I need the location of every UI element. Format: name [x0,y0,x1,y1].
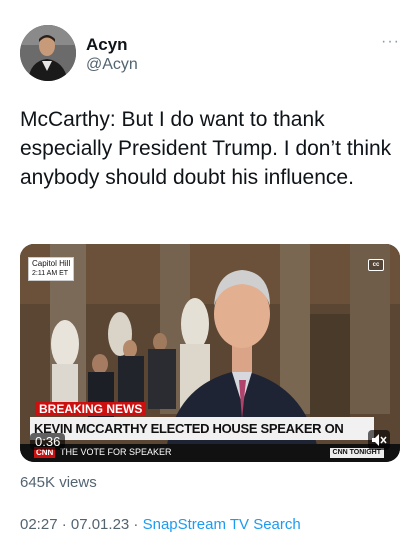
tweet-timestamp[interactable]: 02:27 · 07.01.23 · [20,516,143,533]
author-handle[interactable]: @Acyn [86,56,138,74]
tweet-text: McCarthy: But I do want to thank especia… [20,108,392,189]
location-badge: Capitol Hill 2:11 AM ET [28,257,75,281]
avatar-image [20,25,76,81]
video-player[interactable]: Capitol Hill 2:11 AM ET cc BREAKING NEWS… [20,244,400,462]
view-count: 645K views [20,474,97,491]
closed-captions-icon[interactable]: cc [368,259,384,271]
news-ticker: CNN THE VOTE FOR SPEAKER CNN TONIGHT [20,444,400,462]
ticker-text: THE VOTE FOR SPEAKER [60,447,172,457]
avatar[interactable] [20,25,76,81]
more-horizontal-icon[interactable]: ··· [381,33,400,51]
chyron-headline: KEVIN MCCARTHY ELECTED HOUSE SPEAKER ON … [30,417,374,459]
tweet-meta: 02:27 · 07.01.23 · SnapStream TV Search [20,516,301,533]
breaking-news-label: BREAKING NEWS [35,402,147,416]
tweet-header: Acyn @Acyn ··· [20,25,400,85]
volume-muted-icon[interactable] [368,430,390,450]
location-time: 2:11 AM ET [32,270,69,277]
location-name: Capitol Hill [32,259,71,268]
author-name[interactable]: Acyn [86,35,128,55]
tweet-source-link[interactable]: SnapStream TV Search [143,516,301,533]
video-elapsed-time: 0:36 [30,433,66,450]
